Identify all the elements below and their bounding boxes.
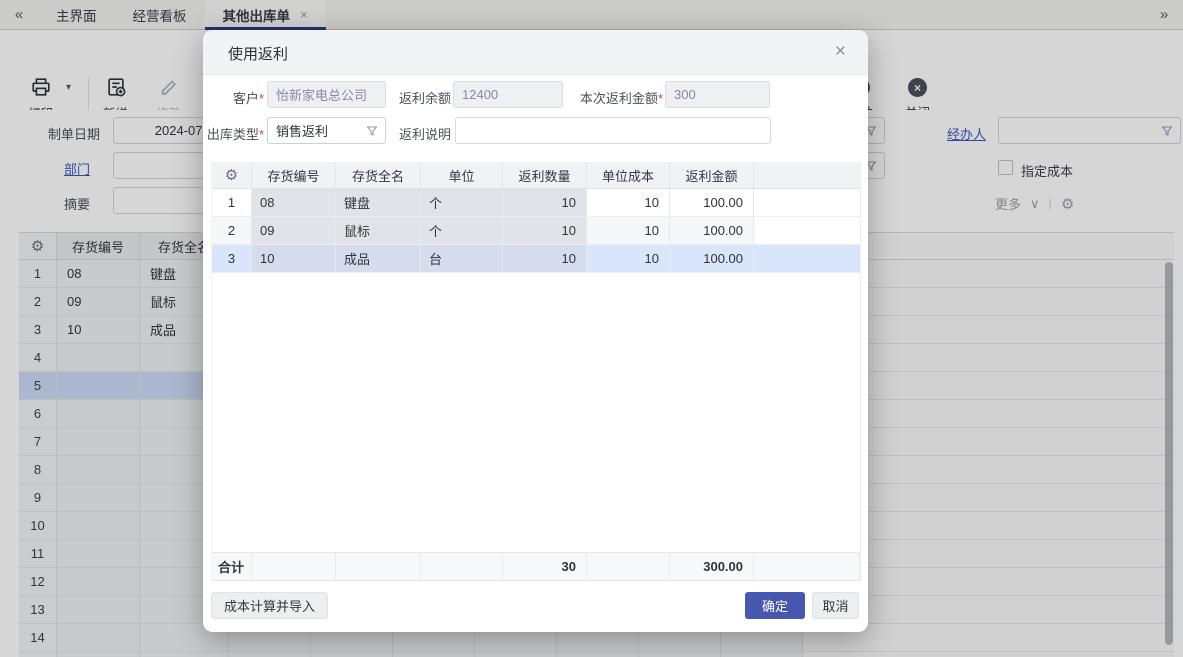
rebate-table-body: 108键盘个1010100.00209鼠标个1010100.00310成品台10… [212, 189, 860, 273]
column-header-code[interactable]: 存货编号 [252, 162, 336, 188]
rebate-row[interactable]: 209鼠标个1010100.00 [212, 217, 860, 245]
amount-label: 本次返利金额* [557, 88, 663, 107]
cell-qty: 10 [503, 217, 587, 244]
column-header-filler [754, 162, 860, 188]
balance-label: 返利余额 [389, 88, 451, 107]
column-header-cost[interactable]: 单位成本 [587, 162, 670, 188]
cell-filler [754, 245, 860, 272]
note-label: 返利说明 [389, 124, 451, 143]
dialog-title: 使用返利 [228, 43, 288, 64]
customer-input [267, 81, 386, 108]
dialog-header: 使用返利 × [203, 30, 868, 75]
cell-amount[interactable]: 100.00 [670, 189, 754, 216]
cell-cost[interactable]: 10 [587, 189, 670, 216]
cell-code: 08 [252, 189, 336, 216]
cancel-button[interactable]: 取消 [812, 592, 859, 619]
cell-qty: 10 [503, 245, 587, 272]
cell-amount[interactable]: 100.00 [670, 245, 754, 272]
cell-filler [754, 217, 860, 244]
rebate-table-header: ⚙ 存货编号 存货全名 单位 返利数量 单位成本 返利金额 [212, 162, 860, 189]
rebate-row[interactable]: 108键盘个1010100.00 [212, 189, 860, 217]
cell-cost[interactable]: 10 [587, 245, 670, 272]
rebate-gear-icon[interactable]: ⚙ [212, 162, 252, 188]
total-amount: 300.00 [670, 553, 754, 580]
total-row: 合计 30 300.00 [212, 552, 860, 581]
cell-name: 成品 [336, 245, 421, 272]
cell-code: 10 [252, 245, 336, 272]
total-qty: 30 [503, 553, 587, 580]
cell-name: 鼠标 [336, 217, 421, 244]
cell-name: 键盘 [336, 189, 421, 216]
cell-unit: 台 [421, 245, 503, 272]
balance-input [453, 81, 563, 108]
note-input[interactable] [455, 117, 771, 144]
amount-input [665, 81, 770, 108]
cell-code: 09 [252, 217, 336, 244]
app-screen: « 主界面 经营看板 其他出库单 × » [0, 0, 1183, 657]
cell-unit: 个 [421, 189, 503, 216]
total-label: 合计 [212, 553, 252, 580]
rebate-table: ⚙ 存货编号 存货全名 单位 返利数量 单位成本 返利金额 108键盘个1010… [211, 162, 861, 581]
cell-filler [754, 189, 860, 216]
row-number: 1 [212, 189, 252, 216]
rebate-table-empty-space [212, 273, 860, 552]
cell-cost[interactable]: 10 [587, 217, 670, 244]
dialog-close-icon[interactable]: × [835, 41, 846, 63]
column-header-unit[interactable]: 单位 [421, 162, 503, 188]
column-header-name[interactable]: 存货全名 [336, 162, 421, 188]
column-header-qty[interactable]: 返利数量 [503, 162, 587, 188]
cost-calc-import-button[interactable]: 成本计算并导入 [211, 592, 328, 619]
outbound-type-label: 出库类型* [203, 124, 264, 143]
row-number: 2 [212, 217, 252, 244]
column-header-amount[interactable]: 返利金额 [670, 162, 754, 188]
outbound-type-select[interactable]: 销售返利 [267, 117, 386, 144]
row-number: 3 [212, 245, 252, 272]
customer-label: 客户* [213, 88, 264, 107]
rebate-row[interactable]: 310成品台1010100.00 [212, 245, 860, 273]
cell-qty: 10 [503, 189, 587, 216]
rebate-dialog: 使用返利 × 客户* 返利余额 本次返利金额* 出库类型* 销售返利 返利说明 … [203, 30, 868, 632]
ok-button[interactable]: 确定 [745, 592, 805, 619]
filter-funnel-icon[interactable] [366, 125, 378, 140]
cell-amount[interactable]: 100.00 [670, 217, 754, 244]
cell-unit: 个 [421, 217, 503, 244]
